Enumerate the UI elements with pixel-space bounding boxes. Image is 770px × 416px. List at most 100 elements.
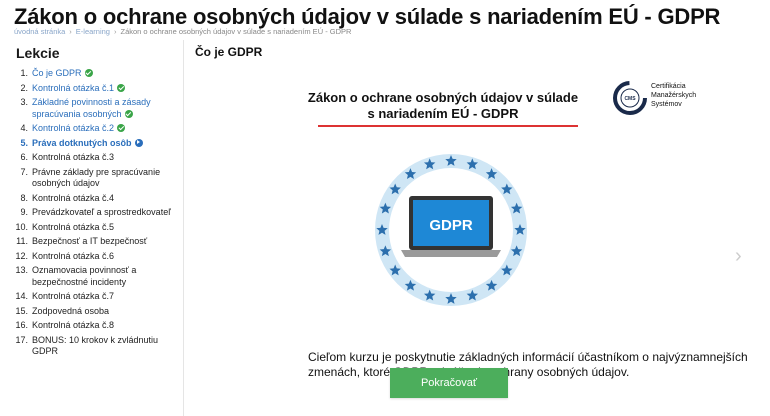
lesson-text: Práva dotknutých osôb <box>32 138 174 150</box>
lesson-label: Práva dotknutých osôb <box>32 137 132 148</box>
lesson-label: Oznamovacia povinnosť a bezpečnostné inc… <box>32 265 137 287</box>
lesson-text: Kontrolná otázka č.7 <box>32 291 174 303</box>
lesson-label: BONUS: 10 krokov k zvládnutiu GDPR <box>32 334 159 357</box>
check-circle-icon <box>124 109 133 118</box>
lesson-text: Čo je GDPR <box>32 68 174 80</box>
sidebar-item-lesson-15[interactable]: 15. Zodpovedná osoba <box>14 306 174 318</box>
lesson-text: Kontrolná otázka č.1 <box>32 83 174 95</box>
lessons-sidebar: Lekcie 1. Čo je GDPR 2. Kontrolná otázka č.… <box>14 40 174 416</box>
breadcrumb: úvodná stránka › E-learning › Zákon o ochran… <box>14 27 351 36</box>
laptop-icon: GDPR <box>401 196 501 257</box>
lesson-number: 5. <box>20 137 28 148</box>
sidebar-item-lesson-3[interactable]: 3. Základné povinnosti a zásady spracúvan… <box>14 97 174 120</box>
lesson-content: Čo je GDPR Zákon o ochrane osobných údaj… <box>185 40 770 416</box>
check-circle-icon <box>84 69 93 77</box>
lesson-label: Kontrolná otázka č.7 <box>32 291 115 301</box>
lesson-number: 14. <box>15 291 28 301</box>
lesson-number: 16. <box>15 320 28 330</box>
lesson-text: Oznamovacia povinnosť a bezpečnostné inc… <box>32 265 174 288</box>
lesson-label: Základné povinnosti a zásady spracúvania… <box>32 97 151 119</box>
sidebar-item-lesson-13[interactable]: 13. Oznamovacia povinnosť a bezpečnostné … <box>14 265 174 288</box>
arrow-circle-icon <box>134 138 143 147</box>
lesson-number: 17. <box>15 334 28 345</box>
lesson-number: 3. <box>20 97 28 107</box>
lesson-number: 9. <box>20 207 28 217</box>
lesson-label: Právne základy pre spracúvanie osobných … <box>32 166 161 189</box>
lesson-number: 15. <box>15 305 28 316</box>
lesson-text: Kontrolná otázka č.2 <box>32 123 174 135</box>
lesson-slide: Zákon o ochrane osobných údajov v súlade… <box>263 72 763 379</box>
sidebar-item-lesson-7[interactable]: 7. Právne základy pre spracúvanie osobnýc… <box>14 167 174 190</box>
slide-body-text: Cieľom kurzu je poskytnutie základných i… <box>308 350 748 379</box>
lesson-number: 2. <box>20 82 28 93</box>
column-divider <box>183 40 184 416</box>
lesson-label: Bezpečnosť a IT bezpečnosť <box>32 236 148 246</box>
laptop-base <box>401 250 501 257</box>
sidebar-item-lesson-14[interactable]: 14. Kontrolná otázka č.7 <box>14 291 174 303</box>
lesson-number: 4. <box>20 123 28 133</box>
sidebar-item-lesson-17[interactable]: 17. BONUS: 10 krokov k zvládnutiu GDPR <box>14 335 174 358</box>
lesson-text: Kontrolná otázka č.3 <box>32 152 174 164</box>
lesson-label: Kontrolná otázka č.6 <box>32 250 115 261</box>
lesson-number: 10. <box>15 221 28 232</box>
svg-text:CMS: CMS <box>624 96 636 102</box>
logo-line: Certifikácia <box>651 83 686 90</box>
lesson-label: Zodpovedná osoba <box>32 305 110 316</box>
lesson-text: Kontrolná otázka č.5 <box>32 222 174 234</box>
lesson-label: Kontrolná otázka č.3 <box>32 152 115 162</box>
sidebar-item-lesson-2[interactable]: 2. Kontrolná otázka č.1 <box>14 83 174 95</box>
cms-logo: CMS Certifikácia Manažérskych Systémov <box>611 79 711 119</box>
lesson-label: Kontrolná otázka č.5 <box>32 221 115 232</box>
logo-line: Manažérskych <box>651 92 697 99</box>
lesson-label: Kontrolná otázka č.1 <box>32 82 115 93</box>
lesson-number: 12. <box>15 250 28 261</box>
lesson-label: Prevádzkovateľ a sprostredkovateľ <box>32 207 171 217</box>
lesson-label: Čo je GDPR <box>32 68 82 78</box>
continue-button[interactable]: Pokračovať <box>390 368 508 398</box>
lesson-label: Kontrolná otázka č.8 <box>32 320 115 330</box>
next-slide-arrow-icon[interactable]: › <box>735 246 742 266</box>
sidebar-item-lesson-9[interactable]: 9. Prevádzkovateľ a sprostredkovateľ <box>14 207 174 219</box>
sidebar-item-lesson-12[interactable]: 12. Kontrolná otázka č.6 <box>14 251 174 263</box>
lessons-list: 1. Čo je GDPR 2. Kontrolná otázka č.1 3. Zákl… <box>14 68 174 361</box>
lesson-number: 13. <box>15 265 28 275</box>
sidebar-item-lesson-10[interactable]: 10. Kontrolná otázka č.5 <box>14 222 174 234</box>
cms-logo-icon: CMS <box>613 81 647 115</box>
lesson-text: Právne základy pre spracúvanie osobných … <box>32 167 174 190</box>
sidebar-item-lesson-4[interactable]: 4. Kontrolná otázka č.2 <box>14 123 174 135</box>
sidebar-item-lesson-6[interactable]: 6. Kontrolná otázka č.3 <box>14 152 174 164</box>
lesson-number: 7. <box>20 166 28 177</box>
sidebar-item-lesson-11[interactable]: 11. Bezpečnosť a IT bezpečnosť <box>14 236 174 248</box>
sidebar-item-lesson-8[interactable]: 8. Kontrolná otázka č.4 <box>14 193 174 205</box>
lesson-label: Kontrolná otázka č.2 <box>32 123 115 133</box>
lesson-text: Bezpečnosť a IT bezpečnosť <box>32 236 174 248</box>
slide-title: Zákon o ochrane osobných údajov v súlade… <box>307 90 579 121</box>
breadcrumb-separator: › <box>113 27 117 36</box>
check-circle-icon <box>117 124 126 132</box>
lessons-title: Lekcie <box>16 45 60 61</box>
sidebar-item-lesson-16[interactable]: 16. Kontrolná otázka č.8 <box>14 320 174 332</box>
sidebar-item-lesson-1[interactable]: 1. Čo je GDPR <box>14 68 174 80</box>
cms-logo-text: Certifikácia Manažérskych Systémov <box>651 82 696 109</box>
lesson-text: Kontrolná otázka č.4 <box>32 193 174 205</box>
breadcrumb-current: Zákon o ochrane osobných údajov v súlade… <box>120 27 352 36</box>
lesson-title: Čo je GDPR <box>195 45 263 59</box>
gdpr-badge-graphic: GDPR <box>375 154 527 306</box>
breadcrumb-separator: › <box>69 27 72 36</box>
sidebar-item-lesson-5[interactable]: 5. Práva dotknutých osôb <box>14 138 174 150</box>
lesson-label: Kontrolná otázka č.4 <box>32 192 115 203</box>
lesson-text: Základné povinnosti a zásady spracúvania… <box>32 97 174 120</box>
lesson-number: 1. <box>20 68 28 78</box>
lesson-text: BONUS: 10 krokov k zvládnutiu GDPR <box>32 335 174 358</box>
lesson-number: 6. <box>20 152 28 162</box>
breadcrumb-home-link[interactable]: úvodná stránka <box>14 27 65 36</box>
lesson-text: Kontrolná otázka č.8 <box>32 320 174 332</box>
check-circle-icon <box>117 83 126 92</box>
lesson-number: 8. <box>20 192 28 203</box>
lesson-text: Prevádzkovateľ a sprostredkovateľ <box>32 207 174 219</box>
breadcrumb-elearning-link[interactable]: E-learning <box>76 27 110 36</box>
logo-line: Systémov <box>651 101 682 108</box>
slide-title-underline <box>318 125 578 127</box>
lesson-text: Kontrolná otázka č.6 <box>32 251 174 263</box>
laptop-label: GDPR <box>429 217 473 234</box>
